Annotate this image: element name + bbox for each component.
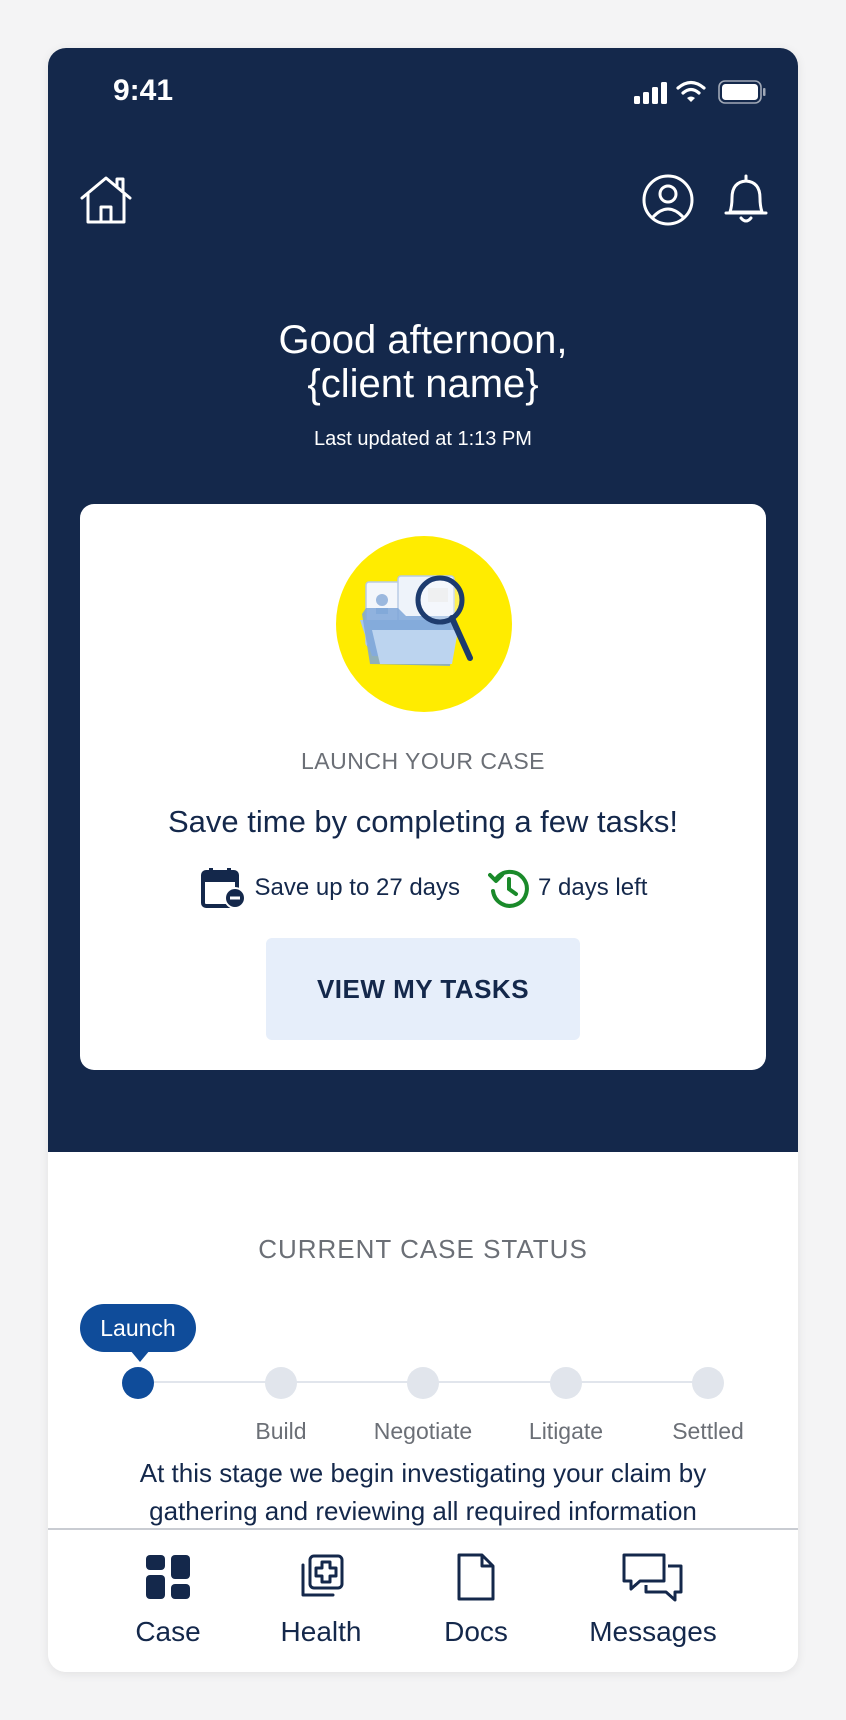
home-icon [80, 176, 132, 224]
profile-button[interactable] [636, 168, 700, 232]
top-navigation [48, 168, 798, 248]
status-bar: 9:41 [48, 48, 798, 138]
document-icon [457, 1553, 495, 1601]
task-meta-row: Save up to 27 days 7 days left [80, 866, 766, 910]
stage-label-settled: Settled [672, 1418, 744, 1444]
tab-health-label: Health [280, 1616, 362, 1647]
signal-icon [634, 82, 667, 104]
launch-case-card: LAUNCH YOUR CASE Save time by completing… [80, 504, 766, 1070]
stage-dot-launch[interactable] [122, 1367, 154, 1399]
notifications-button[interactable] [714, 168, 778, 232]
stage-label-litigate: Litigate [528, 1418, 604, 1444]
bottom-tab-bar: Case Health Docs Messages [48, 1528, 798, 1672]
stage-dot-build[interactable] [265, 1367, 297, 1399]
days-left-label: 7 days left [538, 874, 648, 901]
client-name: {client name} [307, 362, 539, 406]
case-status-heading: CURRENT CASE STATUS [258, 1234, 588, 1264]
tooltip-arrow [130, 1350, 150, 1362]
tab-messages[interactable]: Messages [578, 1530, 728, 1672]
health-plus-icon [301, 1554, 344, 1597]
bell-icon [724, 174, 768, 223]
greeting-heading: Good afternoon, {client name} [48, 318, 798, 406]
stage-dot-litigate[interactable] [550, 1367, 582, 1399]
card-title: Save time by completing a few tasks! [167, 804, 678, 839]
user-circle-icon [642, 174, 694, 226]
case-dashboard-icon [146, 1555, 190, 1599]
tab-messages-label: Messages [589, 1616, 717, 1647]
save-days-label: Save up to 27 days [254, 874, 461, 901]
status-time: 9:41 [113, 74, 174, 107]
card-eyebrow: LAUNCH YOUR CASE [300, 748, 546, 774]
tab-health[interactable]: Health [256, 1530, 386, 1672]
stage-dot-settled[interactable] [692, 1367, 724, 1399]
stage-label-negotiate: Negotiate [373, 1418, 473, 1444]
stage-description: At this stage we begin investigating you… [139, 1458, 707, 1526]
stage-label-build: Build [255, 1418, 307, 1444]
tab-docs[interactable]: Docs [416, 1530, 536, 1672]
home-button[interactable] [74, 168, 138, 232]
app-screen: 9:41 Good afternoon, {client name} Last … [48, 48, 798, 1672]
days-left-item: 7 days left [488, 867, 647, 909]
tab-docs-label: Docs [444, 1616, 508, 1647]
greeting-line: Good afternoon, [278, 318, 568, 362]
hero-section: 9:41 Good afternoon, {client name} Last … [48, 48, 798, 1152]
view-my-tasks-button[interactable]: VIEW MY TASKS [266, 938, 580, 1040]
messages-icon [622, 1553, 683, 1602]
tab-case-label: Case [135, 1616, 201, 1647]
last-updated-text: Last updated at 1:13 PM [314, 428, 532, 450]
tab-case[interactable]: Case [108, 1530, 228, 1672]
history-clock-icon [488, 869, 529, 908]
wifi-icon [676, 80, 706, 102]
folder-magnifier-illustration [336, 536, 512, 712]
calendar-minus-icon [200, 868, 246, 909]
battery-icon [718, 80, 766, 104]
stage-dot-negotiate[interactable] [407, 1367, 439, 1399]
current-stage-tooltip: Launch [80, 1304, 196, 1352]
save-days-item: Save up to 27 days [199, 866, 460, 910]
